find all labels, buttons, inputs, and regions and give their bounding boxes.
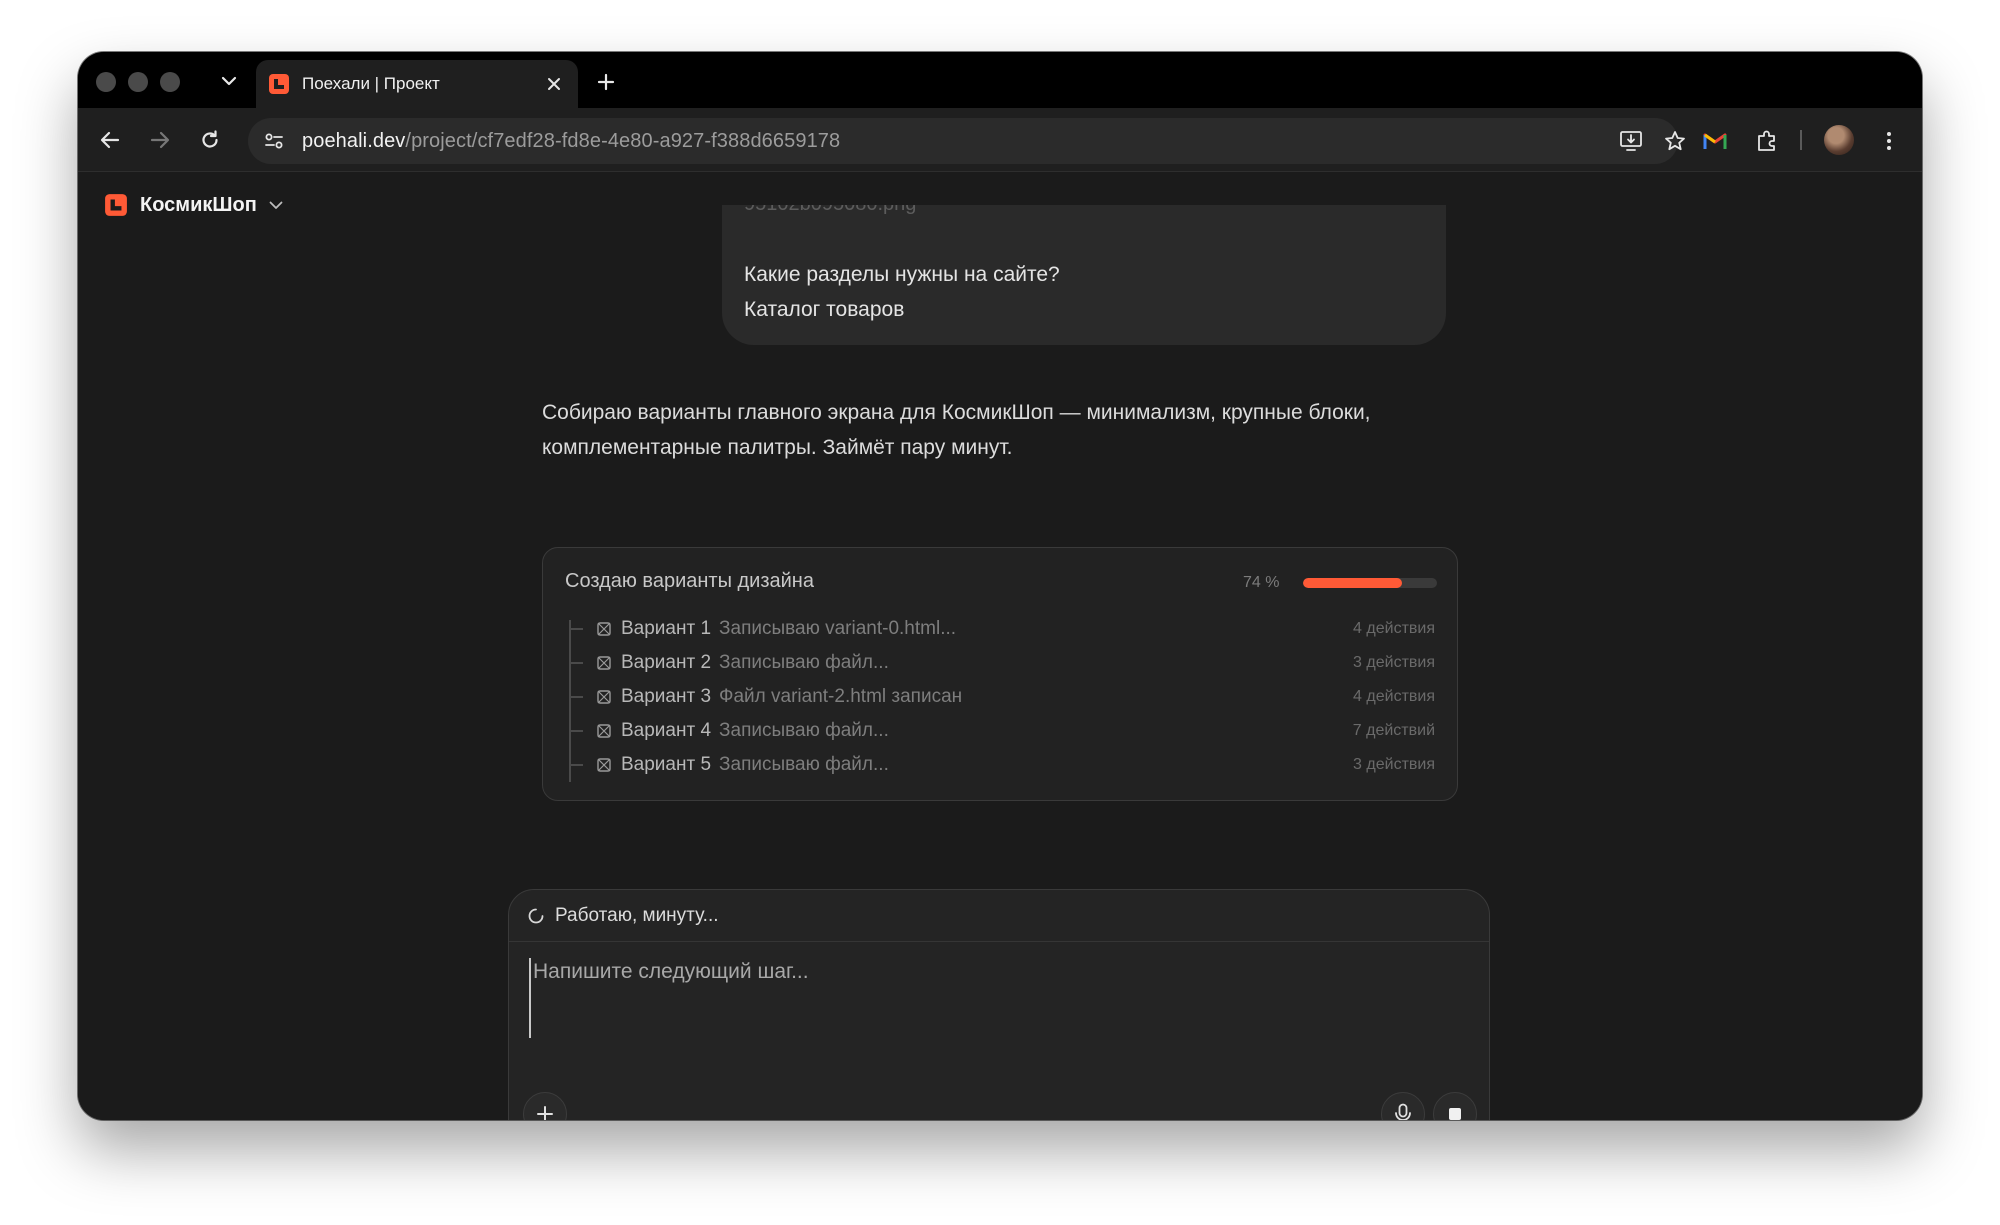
progress-bar [1303, 578, 1437, 588]
variant-status: Записываю файл... [719, 652, 889, 673]
profile-avatar[interactable] [1824, 125, 1854, 155]
progress-percent: 74 % [1243, 574, 1280, 591]
tree-branch [569, 764, 583, 766]
tree-branch [569, 730, 583, 732]
stop-generation-button[interactable] [1433, 1092, 1477, 1120]
user-message-bubble: 95102b095080.png Какие разделы нужны на … [722, 205, 1446, 345]
browser-menu-kebab-icon[interactable] [1874, 126, 1904, 156]
variant-row[interactable]: Вариант 3 Файл variant-2.html записан 4 … [569, 680, 1435, 714]
variant-icon [595, 654, 613, 672]
install-app-icon[interactable] [1618, 128, 1644, 154]
reload-icon[interactable] [192, 122, 228, 158]
working-status-bar: Работаю, минуту... [509, 890, 1489, 942]
voice-input-button[interactable] [1381, 1092, 1425, 1120]
variant-icon [595, 722, 613, 740]
variant-icon [595, 688, 613, 706]
project-name: КосмикШоп [140, 193, 257, 216]
variant-name: Вариант 4 [621, 720, 712, 741]
url-path: /project/cf7edf28-fd8e-4e80-a927-f388d66… [405, 129, 841, 152]
attachment-filename[interactable]: 95102b095080.png [744, 205, 916, 216]
variant-status: Записываю variant-0.html... [719, 618, 957, 639]
app-content: КосмикШоп 95102b095080.png Какие разделы… [78, 173, 1922, 1120]
variant-icon [595, 756, 613, 774]
user-message-line: Каталог товаров [744, 298, 905, 321]
chevron-down-icon [267, 196, 285, 214]
assistant-message: Собираю варианты главного экрана для Кос… [542, 401, 1371, 459]
tree-branch [569, 628, 583, 630]
stop-square-icon [1449, 1108, 1461, 1120]
working-status-text: Работаю, минуту... [555, 904, 719, 926]
progress-bar-fill [1303, 578, 1403, 588]
variant-name: Вариант 5 [621, 754, 712, 775]
poehali-logo-icon [105, 194, 127, 216]
project-switcher[interactable]: КосмикШоп [104, 189, 285, 221]
variant-action-count: 4 действия [1353, 620, 1435, 637]
bookmark-star-icon[interactable] [1662, 128, 1688, 154]
variant-name: Вариант 1 [621, 618, 712, 639]
design-progress-card: Создаю варианты дизайна 74 % Вариант 1 З… [542, 547, 1458, 801]
loading-spinner-icon [527, 907, 545, 925]
tree-branch [569, 696, 583, 698]
address-bar[interactable]: poehali.dev/project/cf7edf28-fd8e-4e80-a… [248, 118, 1685, 164]
tab-search-chevron-icon[interactable] [214, 66, 244, 96]
variant-row[interactable]: Вариант 5 Записываю файл... 3 действия [569, 748, 1435, 782]
window-zoom-dot[interactable] [160, 72, 180, 92]
message-input[interactable] [529, 958, 1469, 1038]
tab-title: Поехали | Проект [302, 74, 440, 93]
window-close-dot[interactable] [96, 72, 116, 92]
progress-title: Создаю варианты дизайна [565, 570, 814, 592]
new-tab-plus-icon[interactable] [590, 66, 622, 98]
toolbar-separator [1800, 130, 1802, 150]
poehali-logo-icon [269, 74, 289, 94]
browser-toolbar: poehali.dev/project/cf7edf28-fd8e-4e80-a… [78, 108, 1922, 172]
variant-row[interactable]: Вариант 2 Записываю файл... 3 действия [569, 646, 1435, 680]
microphone-icon [1395, 1103, 1411, 1120]
message-composer: Работаю, минуту... [508, 889, 1490, 1120]
plus-icon [537, 1106, 553, 1120]
variant-status: Записываю файл... [719, 754, 889, 775]
back-arrow-icon[interactable] [92, 122, 128, 158]
browser-window: Поехали | Проект poehali.dev/project/cf7… [78, 52, 1922, 1120]
tab-strip: Поехали | Проект [78, 52, 1922, 108]
variant-icon [595, 620, 613, 638]
url-text: poehali.dev/project/cf7edf28-fd8e-4e80-a… [302, 130, 840, 153]
variant-action-count: 7 действий [1352, 722, 1435, 739]
variant-action-count: 3 действия [1353, 756, 1435, 773]
tab-active[interactable]: Поехали | Проект [256, 60, 578, 108]
extensions-puzzle-icon[interactable] [1752, 126, 1782, 156]
window-minimize-dot[interactable] [128, 72, 148, 92]
variant-action-count: 3 действия [1353, 654, 1435, 671]
variant-action-count: 4 действия [1353, 688, 1435, 705]
forward-arrow-icon[interactable] [142, 122, 178, 158]
tree-branch [569, 662, 583, 664]
site-settings-icon[interactable] [262, 129, 286, 153]
variant-row[interactable]: Вариант 1 Записываю variant-0.html... 4 … [569, 612, 1435, 646]
variant-row[interactable]: Вариант 4 Записываю файл... 7 действий [569, 714, 1435, 748]
variant-name: Вариант 2 [621, 652, 712, 673]
url-host: poehali.dev [302, 129, 406, 152]
tab-close-icon[interactable] [542, 72, 566, 96]
attach-plus-button[interactable] [523, 1092, 567, 1120]
user-message-line: Какие разделы нужны на сайте? [744, 263, 1060, 286]
variant-status: Файл variant-2.html записан [719, 686, 963, 707]
gmail-extension-icon[interactable] [1700, 126, 1730, 156]
variant-name: Вариант 3 [621, 686, 712, 707]
variant-status: Записываю файл... [719, 720, 889, 741]
